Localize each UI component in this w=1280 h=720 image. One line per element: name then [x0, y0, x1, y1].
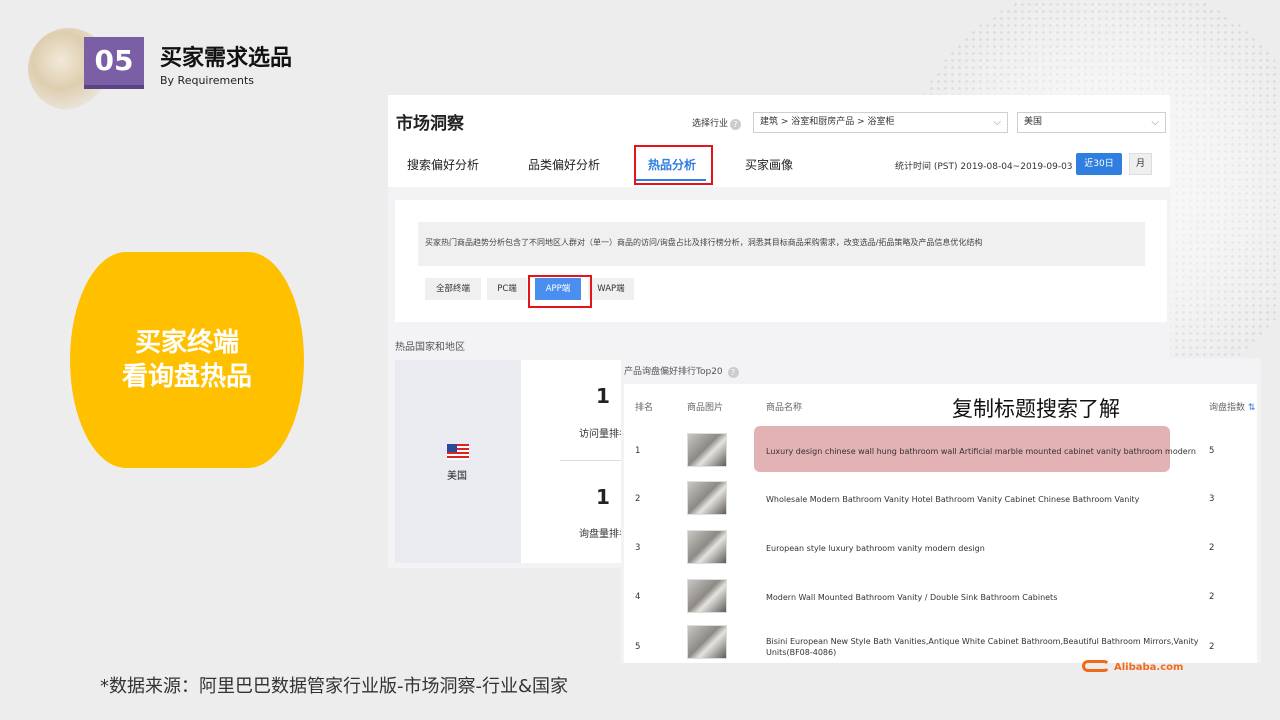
hot-analysis-body: 买家热门商品趋势分析包含了不同地区人群对（单一）商品的访问/询盘占比及排行榜分析… — [395, 200, 1167, 322]
tab-category-preference[interactable]: 品类偏好分析 — [528, 156, 600, 173]
segment-wap[interactable]: WAP端 — [588, 278, 634, 300]
last-30-days-button[interactable]: 近30日 — [1076, 153, 1122, 175]
alibaba-logo: Alibaba.com — [1082, 660, 1183, 673]
industry-label: 选择行业? — [692, 116, 742, 130]
product-thumbnail[interactable] — [687, 481, 727, 515]
market-header: 市场洞察 选择行业? 建筑 > 浴室和厨房产品 > 浴室柜 ⌵ 美国 ⌵ 搜索偏… — [388, 95, 1170, 187]
copy-title-tip: 复制标题搜索了解 — [952, 397, 1120, 421]
country-select-value: 美国 — [1024, 117, 1043, 127]
row-rank: 4 — [635, 592, 641, 602]
top20-title-text: 产品询盘偏好排行Top20 — [624, 367, 723, 377]
row-rank: 1 — [635, 446, 641, 456]
help-icon[interactable]: ? — [727, 367, 739, 378]
top20-panel: 产品询盘偏好排行Top20 ? 排名 商品图片 商品名称 询盘指数 ⇅ 复制标题… — [621, 358, 1261, 663]
inquiry-index: 2 — [1209, 642, 1215, 652]
top20-title: 产品询盘偏好排行Top20 ? — [624, 364, 739, 378]
inquiry-index: 3 — [1209, 494, 1215, 504]
alibaba-logo-icon — [1082, 660, 1110, 672]
header-image: 商品图片 — [687, 403, 724, 413]
table-row[interactable]: 2 Wholesale Modern Bathroom Vanity Hotel… — [624, 476, 1257, 524]
header-rank: 排名 — [635, 403, 654, 413]
table-row[interactable]: 3 European style luxury bathroom vanity … — [624, 525, 1257, 573]
header-index[interactable]: 询盘指数 ⇅ — [1209, 400, 1255, 413]
country-select[interactable]: 美国 ⌵ — [1017, 112, 1166, 133]
row-rank: 5 — [635, 642, 641, 652]
product-name[interactable]: Modern Wall Mounted Bathroom Vanity / Do… — [766, 592, 1206, 603]
industry-select[interactable]: 建筑 > 浴室和厨房产品 > 浴室柜 ⌵ — [753, 112, 1008, 133]
row-rank: 3 — [635, 543, 641, 553]
tab-highlight-box — [634, 145, 713, 185]
month-button[interactable]: 月 — [1129, 153, 1152, 175]
top20-table: 排名 商品图片 商品名称 询盘指数 ⇅ 复制标题搜索了解 1 Luxury de… — [624, 384, 1257, 663]
description: 买家热门商品趋势分析包含了不同地区人群对（单一）商品的访问/询盘占比及排行榜分析… — [418, 222, 1145, 266]
chevron-down-icon: ⌵ — [993, 117, 1001, 128]
highlight-pill: 买家终端 看询盘热品 — [70, 252, 304, 468]
product-name[interactable]: Luxury design chinese wall hung bathroom… — [766, 446, 1206, 457]
pill-line-2: 看询盘热品 — [121, 362, 252, 392]
data-source: *数据来源：阿里巴巴数据管家行业版-市场洞察-行业&国家 — [100, 676, 569, 697]
logo-text: Alibaba.com — [1114, 662, 1184, 673]
tab-buyer-profile[interactable]: 买家画像 — [745, 156, 793, 173]
row-rank: 2 — [635, 494, 641, 504]
help-icon[interactable]: ? — [730, 119, 742, 130]
product-thumbnail[interactable] — [687, 433, 727, 467]
segment-highlight-box — [528, 275, 592, 308]
inquiry-index: 2 — [1209, 543, 1215, 553]
product-name[interactable]: Bisini European New Style Bath Vanities,… — [766, 636, 1206, 658]
inquiry-rank-value: 1 — [596, 485, 610, 509]
table-row[interactable]: 5 Bisini European New Style Bath Vanitie… — [624, 620, 1257, 663]
country-column: 美国 — [395, 360, 521, 563]
slide-title: 买家需求选品 — [160, 46, 293, 71]
stat-time: 统计时间 (PST) 2019-08-04~2019-09-03 — [895, 162, 1073, 172]
table-row[interactable]: 1 Luxury design chinese wall hung bathro… — [624, 428, 1257, 476]
industry-select-value: 建筑 > 浴室和厨房产品 > 浴室柜 — [760, 117, 895, 127]
product-thumbnail[interactable] — [687, 530, 727, 564]
market-title: 市场洞察 — [396, 114, 464, 134]
chevron-down-icon: ⌵ — [1151, 117, 1159, 128]
product-thumbnail[interactable] — [687, 625, 727, 659]
segment-pc[interactable]: PC端 — [487, 278, 527, 300]
product-name[interactable]: European style luxury bathroom vanity mo… — [766, 543, 1206, 554]
inquiry-index: 2 — [1209, 592, 1215, 602]
product-thumbnail[interactable] — [687, 579, 727, 613]
tab-search-preference[interactable]: 搜索偏好分析 — [407, 156, 479, 173]
pill-line-1: 买家终端 — [134, 328, 239, 358]
header-name: 商品名称 — [766, 403, 803, 413]
header-index-text: 询盘指数 — [1209, 403, 1246, 413]
industry-label-text: 选择行业 — [692, 119, 729, 129]
sort-icon[interactable]: ⇅ — [1248, 403, 1256, 413]
product-name[interactable]: Wholesale Modern Bathroom Vanity Hotel B… — [766, 494, 1206, 505]
table-row[interactable]: 4 Modern Wall Mounted Bathroom Vanity / … — [624, 574, 1257, 622]
segment-all-terminals[interactable]: 全部终端 — [425, 278, 481, 300]
section-number: 05 — [84, 37, 144, 89]
us-flag-icon — [447, 444, 469, 460]
hot-region-label: 热品国家和地区 — [395, 342, 465, 353]
inquiry-index: 5 — [1209, 446, 1215, 456]
visit-rank-value: 1 — [596, 384, 610, 408]
slide-subtitle: By Requirements — [160, 74, 255, 87]
country-name: 美国 — [447, 471, 467, 482]
